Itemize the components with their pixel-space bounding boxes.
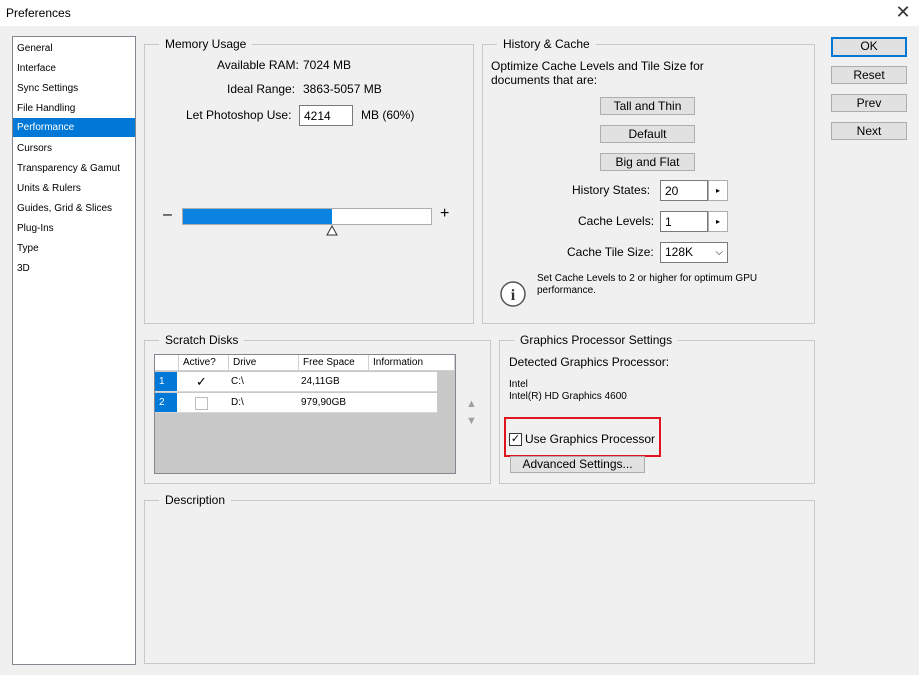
row-number: 1 (155, 372, 177, 391)
column-header-information[interactable]: Information (369, 355, 455, 371)
column-header-index (155, 355, 179, 371)
drive-cell: D:\ (231, 397, 244, 408)
sidebar-item-plug-ins[interactable]: Plug-Ins (13, 219, 135, 238)
window-title: Preferences (6, 6, 71, 20)
memory-slider-track[interactable] (182, 208, 432, 225)
big-and-flat-button[interactable]: Big and Flat (600, 153, 695, 171)
cache-tile-size-select[interactable]: 128K ⌵ (660, 242, 728, 263)
description-group: Description (144, 493, 815, 664)
title-bar (0, 0, 919, 26)
history-states-arrow-icon[interactable]: ▸ (708, 180, 728, 201)
gpu-model: Intel(R) HD Graphics 4600 (509, 391, 627, 402)
sidebar-item-performance[interactable]: Performance (13, 118, 135, 137)
ideal-range-label: Ideal Range: (227, 82, 296, 96)
use-gpu-checkbox[interactable]: ✓ (509, 433, 522, 446)
memory-usage-title: Memory Usage (159, 37, 253, 51)
history-states-label: History States: (572, 183, 651, 197)
description-title: Description (159, 493, 232, 507)
column-header-drive[interactable]: Drive (229, 355, 299, 371)
active-checkbox[interactable]: ✓ (195, 375, 208, 389)
sidebar-item-transparency-gamut[interactable]: Transparency & Gamut (13, 159, 135, 178)
let-photoshop-use-label: Let Photoshop Use: (186, 108, 292, 122)
gpu-vendor: Intel (509, 379, 528, 390)
scratch-disks-table: Active? Drive Free Space Information 1 ✓… (154, 354, 456, 474)
info-icon-glyph: i (511, 287, 516, 304)
memory-slider-thumb-icon[interactable] (326, 225, 338, 237)
reset-button[interactable]: Reset (831, 66, 907, 84)
table-row[interactable]: 2 D:\ 979,90GB (155, 393, 437, 413)
memory-use-unit: MB (60%) (361, 108, 415, 122)
column-header-free-space[interactable]: Free Space (299, 355, 369, 371)
memory-decrease-icon[interactable]: – (163, 206, 172, 224)
cache-levels-arrow-icon[interactable]: ▸ (708, 211, 728, 232)
cache-tile-size-label: Cache Tile Size: (567, 245, 654, 259)
use-gpu-label[interactable]: Use Graphics Processor (525, 432, 655, 446)
sidebar-item-3d[interactable]: 3D (13, 259, 135, 278)
column-header-active[interactable]: Active? (179, 355, 229, 371)
advanced-settings-button[interactable]: Advanced Settings... (510, 456, 645, 473)
free-space-cell: 24,11GB (301, 376, 340, 387)
sidebar-item-sync-settings[interactable]: Sync Settings (13, 79, 135, 98)
gpu-cache-note: Set Cache Levels to 2 or higher for opti… (537, 273, 758, 296)
sidebar-item-interface[interactable]: Interface (13, 59, 135, 78)
sidebar-item-cursors[interactable]: Cursors (13, 139, 135, 158)
history-cache-title: History & Cache (497, 37, 596, 51)
detected-gpu-label: Detected Graphics Processor: (509, 355, 670, 369)
cache-tile-size-value: 128K (665, 245, 694, 259)
chevron-down-icon: ⌵ (715, 247, 723, 258)
history-states-input[interactable] (660, 180, 708, 201)
table-row[interactable]: 1 ✓ C:\ 24,11GB (155, 372, 437, 392)
ok-button[interactable]: OK (831, 37, 907, 57)
tall-and-thin-button[interactable]: Tall and Thin (600, 97, 695, 115)
sidebar-item-file-handling[interactable]: File Handling (13, 99, 135, 118)
drive-cell: C:\ (231, 376, 244, 387)
close-icon[interactable]: ✕ (892, 2, 914, 24)
memory-slider-fill (183, 209, 332, 224)
prev-button[interactable]: Prev (831, 94, 907, 112)
sidebar-item-units-rulers[interactable]: Units & Rulers (13, 179, 135, 198)
available-ram-label: Available RAM: (217, 58, 299, 72)
cache-levels-label: Cache Levels: (578, 214, 655, 228)
memory-use-input[interactable] (299, 105, 353, 126)
default-button[interactable]: Default (600, 125, 695, 143)
row-number: 2 (155, 393, 177, 412)
sidebar-item-general[interactable]: General (13, 39, 135, 58)
cache-levels-input[interactable] (660, 211, 708, 232)
sidebar: General Interface Sync Settings File Han… (12, 36, 136, 665)
sidebar-item-guides-grid-slices[interactable]: Guides, Grid & Slices (13, 199, 135, 218)
next-button[interactable]: Next (831, 122, 907, 140)
available-ram-value: 7024 MB (303, 58, 352, 72)
memory-increase-icon[interactable]: + (440, 205, 449, 223)
cache-optimize-desc: Optimize Cache Levels and Tile Size for … (491, 59, 704, 87)
move-up-icon[interactable]: ▲ (466, 398, 477, 410)
info-icon: i (500, 281, 526, 307)
move-down-icon[interactable]: ▼ (466, 415, 477, 427)
scratch-disks-title: Scratch Disks (159, 333, 245, 347)
active-checkbox[interactable] (195, 397, 208, 410)
ideal-range-value: 3863-5057 MB (303, 82, 382, 96)
sidebar-item-type[interactable]: Type (13, 239, 135, 258)
gpu-settings-title: Graphics Processor Settings (514, 333, 679, 347)
free-space-cell: 979,90GB (301, 397, 347, 408)
